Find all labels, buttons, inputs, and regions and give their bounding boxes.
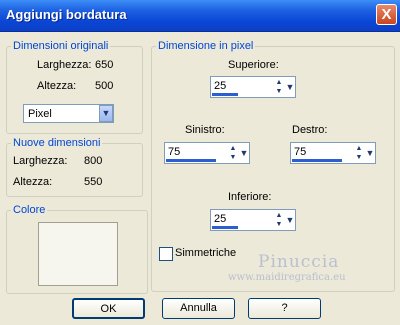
original-size-legend: Dimensioni originali (13, 40, 109, 52)
spin-updown-icon[interactable]: ▲ ▼ (274, 78, 284, 96)
new-size-legend: Nuove dimensioni (13, 137, 101, 149)
chevron-down-icon[interactable]: ▼ (239, 144, 249, 162)
right-value: 75 (294, 146, 307, 158)
ok-button[interactable]: OK (72, 298, 145, 319)
bottom-spinner[interactable]: 25 ▲ ▼ ▼ (210, 209, 296, 231)
new-height-label: Altezza: (13, 176, 53, 188)
left-spinner[interactable]: 75 ▲ ▼ ▼ (164, 142, 250, 164)
color-swatch[interactable] (38, 222, 118, 286)
chevron-down-icon[interactable]: ▼ (365, 144, 375, 162)
symmetric-label: Simmetriche (175, 247, 237, 259)
unit-select[interactable]: Pixel ▼ (23, 104, 114, 123)
new-width-value: 800 (84, 155, 103, 167)
chevron-down-icon[interactable]: ▼ (99, 105, 113, 122)
watermark-url: www.maidiregrafica.eu (228, 272, 346, 283)
title-bar[interactable]: Aggiungi bordatura X (0, 0, 400, 32)
top-spinner[interactable]: 25 ▲ ▼ ▼ (210, 76, 296, 98)
spin-updown-icon[interactable]: ▲ ▼ (354, 144, 364, 162)
symmetric-checkbox[interactable] (159, 247, 173, 261)
left-value: 75 (168, 146, 181, 158)
top-slider-bar[interactable] (212, 93, 238, 96)
dialog-window: Aggiungi bordatura X Dimensioni original… (0, 0, 400, 325)
original-height-label: Altezza: (37, 80, 77, 92)
help-button[interactable]: ? (248, 298, 321, 319)
left-slider-bar[interactable] (166, 159, 216, 162)
original-width-label: Larghezza: (37, 59, 92, 71)
top-value: 25 (214, 80, 227, 92)
new-size-group: Nuove dimensioni (6, 137, 143, 197)
right-label: Destro: (292, 124, 328, 136)
left-label: Sinistro: (185, 124, 225, 136)
spin-updown-icon[interactable]: ▲ ▼ (274, 211, 284, 229)
spin-updown-icon[interactable]: ▲ ▼ (228, 144, 238, 162)
close-button[interactable]: X (376, 4, 397, 25)
right-slider-bar[interactable] (292, 159, 342, 162)
bottom-value: 25 (214, 213, 227, 225)
top-label: Superiore: (228, 59, 279, 71)
chevron-down-icon[interactable]: ▼ (285, 211, 295, 229)
chevron-down-icon[interactable]: ▼ (285, 78, 295, 96)
new-height-value: 550 (84, 176, 103, 188)
original-width-value: 650 (95, 59, 114, 71)
color-legend: Colore (13, 204, 46, 216)
original-height-value: 500 (95, 80, 114, 92)
right-spinner[interactable]: 75 ▲ ▼ ▼ (290, 142, 376, 164)
unit-select-value: Pixel (28, 108, 52, 120)
bottom-slider-bar[interactable] (212, 226, 238, 229)
window-title: Aggiungi bordatura (6, 7, 127, 22)
cancel-button[interactable]: Annulla (162, 298, 235, 319)
pixel-size-legend: Dimensione in pixel (158, 40, 254, 52)
watermark-name: Pinuccia (258, 252, 340, 272)
new-width-label: Larghezza: (13, 155, 68, 167)
bottom-label: Inferiore: (228, 191, 272, 203)
